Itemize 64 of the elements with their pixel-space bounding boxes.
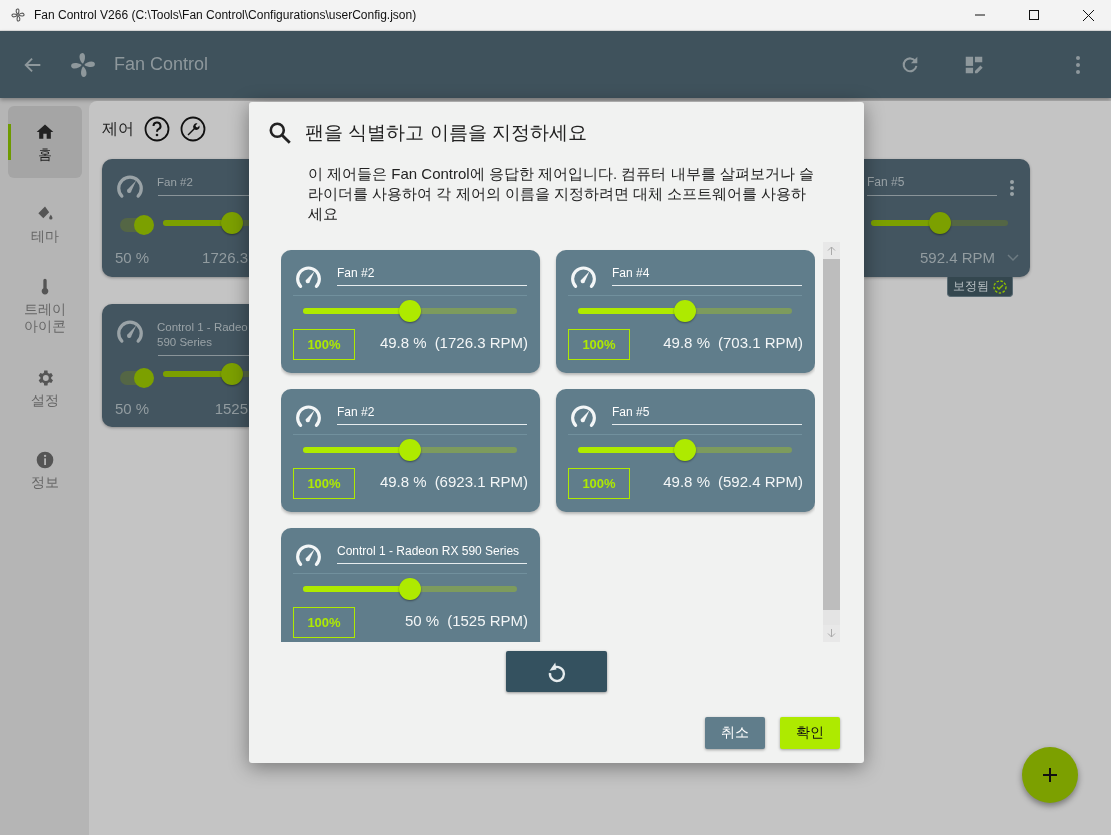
rpm-value: (592.4 RPM) — [717, 473, 803, 490]
calibrated-tag: 보정됨 — [947, 277, 1013, 297]
more-icon — [1075, 54, 1081, 75]
sidebar-item[interactable]: 설정 — [7, 352, 82, 424]
rpm-value: 592.4 RPM — [919, 249, 995, 266]
dialog-title: 팬을 식별하고 이름을 지정하세요 — [305, 121, 587, 145]
chevron-down-icon[interactable] — [1007, 254, 1019, 262]
fan-name-field[interactable]: Control 1 - Radeon RX 590 Series — [337, 544, 527, 564]
toggle-switch[interactable] — [120, 218, 152, 232]
rpm-value: 1726.3 — [202, 249, 248, 266]
sidebar-item[interactable]: 정보 — [7, 434, 82, 506]
maximize-icon — [1029, 10, 1039, 20]
toggle-switch[interactable] — [120, 371, 152, 385]
rpm-value: (1525 RPM) — [447, 612, 528, 629]
slider-thumb[interactable] — [221, 212, 243, 234]
percent-value: 49.8 % — [663, 334, 710, 351]
output-field[interactable]: 100% — [293, 607, 355, 638]
more-icon[interactable] — [1009, 179, 1015, 197]
rpm-value: 1525 — [214, 400, 248, 417]
fan-name-field[interactable]: Fan #2 — [157, 175, 193, 190]
app-title: Fan Control — [114, 54, 210, 75]
percent-value: 50 % — [115, 249, 150, 266]
slider-thumb[interactable] — [221, 363, 243, 385]
slider-thumb[interactable] — [399, 578, 421, 600]
cancel-button[interactable]: 취소 — [705, 717, 765, 749]
help-icon[interactable] — [144, 116, 170, 142]
fan-name-field[interactable]: Control 1 - Radeo 590 Series — [157, 320, 248, 350]
fan-name-field[interactable]: Fan #5 — [612, 405, 802, 425]
slider-thumb[interactable] — [674, 300, 696, 322]
slider-thumb[interactable] — [399, 300, 421, 322]
fan-name-field[interactable]: Fan #4 — [612, 266, 802, 286]
sidebar-item[interactable]: 테마 — [7, 188, 82, 260]
slider-thumb[interactable] — [399, 439, 421, 461]
dialog-description: 이 제어들은 Fan Control에 응답한 제어입니다. 컴퓨터 내부를 살펴보거나 슬라이더를 사용하여 각 제어의 이름을 지정하려면 대체 소프트웨어를 사용하세요 — [308, 164, 814, 224]
fan-icon — [10, 7, 26, 23]
output-field[interactable]: 100% — [293, 329, 355, 360]
output-field[interactable]: 100% — [568, 468, 630, 499]
percent-value: 49.8 % — [379, 334, 427, 351]
percent-value: 50 % — [115, 400, 150, 417]
check-icon — [993, 279, 1007, 294]
output-field[interactable]: 100% — [293, 468, 355, 499]
plus-icon — [1041, 766, 1059, 784]
rpm-value: (6923.1 RPM) — [434, 473, 528, 490]
slider-thumb[interactable] — [674, 439, 696, 461]
sidebar-item[interactable]: 트레이 아이콘 — [7, 270, 82, 342]
percent-value: 49.8 % — [379, 473, 427, 490]
info-icon — [34, 449, 55, 470]
section-title: 제어 — [102, 118, 134, 139]
reset-button[interactable] — [506, 651, 607, 692]
slider-thumb[interactable] — [928, 212, 951, 234]
search-icon — [267, 120, 293, 146]
fan-name-field[interactable]: Fan #2 — [337, 405, 527, 425]
close-icon — [1082, 9, 1094, 21]
confirm-button[interactable]: 확인 — [780, 717, 840, 749]
percent-value: 50 % — [404, 612, 440, 629]
fan-name-field[interactable]: Fan #5 — [867, 175, 997, 196]
window-title: Fan Control V266 (C:\Tools\Fan Control\Configurations\userConfig.json) — [34, 8, 418, 22]
wrench-icon[interactable] — [180, 116, 206, 142]
sidebar-item[interactable]: 홈 — [7, 106, 82, 178]
rpm-value: (703.1 RPM) — [717, 334, 803, 351]
rpm-value: (1726.3 RPM) — [434, 334, 528, 351]
fan-name-field[interactable]: Fan #2 — [337, 266, 527, 286]
output-field[interactable]: 100% — [568, 329, 630, 360]
percent-value: 49.8 % — [663, 473, 710, 490]
